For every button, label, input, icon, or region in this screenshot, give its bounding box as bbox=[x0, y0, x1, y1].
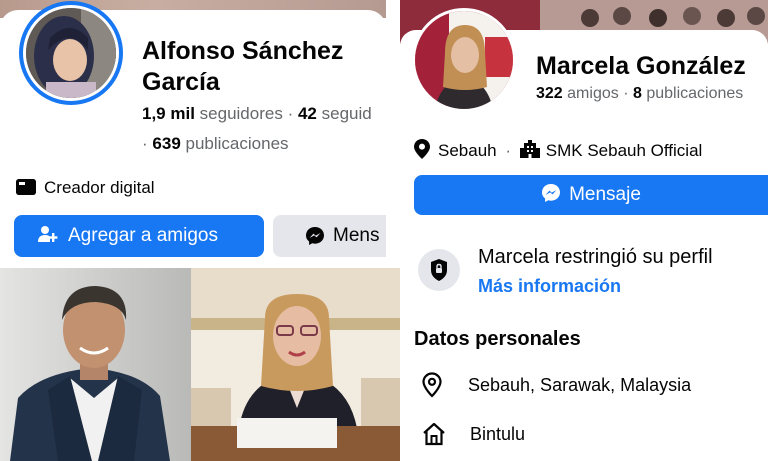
followers-count[interactable]: 1,9 mil bbox=[142, 104, 195, 123]
location-short[interactable]: Sebauh bbox=[438, 141, 497, 160]
follower-stats: 1,9 mil seguidores · 42 seguid bbox=[142, 104, 372, 124]
message-button[interactable]: Mens bbox=[273, 215, 386, 257]
photo-woman bbox=[191, 268, 401, 461]
creator-icon bbox=[16, 179, 36, 195]
lock-badge bbox=[418, 249, 460, 291]
avatar-photo bbox=[415, 11, 513, 109]
building-icon bbox=[519, 140, 540, 158]
location-pin-icon bbox=[414, 139, 430, 159]
posts-label: publicaciones bbox=[646, 85, 744, 102]
message-label: Mensaje bbox=[569, 184, 641, 205]
intro-row: Sebauh · SMK Sebauh Official bbox=[414, 139, 702, 161]
location-full[interactable]: Sebauh, Sarawak, Malaysia bbox=[468, 375, 691, 396]
photo-man bbox=[0, 268, 191, 461]
avatar[interactable] bbox=[412, 8, 516, 112]
avatar[interactable] bbox=[26, 8, 116, 98]
category-label: Creador digital bbox=[44, 178, 155, 197]
friends-count[interactable]: 322 bbox=[536, 85, 563, 102]
location-row: Sebauh, Sarawak, Malaysia bbox=[422, 372, 691, 398]
profile-name: Marcela González bbox=[536, 52, 746, 80]
following-count[interactable]: 42 bbox=[298, 104, 317, 123]
hometown[interactable]: Bintulu bbox=[470, 424, 525, 445]
friends-label[interactable]: amigos bbox=[567, 85, 619, 102]
restricted-message: Marcela restringió su perfil bbox=[478, 246, 713, 268]
post-stats: · 639 publicaciones bbox=[142, 134, 289, 154]
posts-count: 639 bbox=[152, 134, 181, 153]
more-info-link[interactable]: Más información bbox=[478, 276, 621, 297]
add-friend-icon bbox=[38, 226, 58, 242]
separator-dot: · bbox=[287, 104, 294, 123]
followers-label[interactable]: seguidores bbox=[200, 104, 283, 123]
section-heading: Datos personales bbox=[414, 328, 581, 350]
following-label[interactable]: seguid bbox=[322, 104, 372, 123]
messenger-icon bbox=[306, 227, 324, 245]
left-profile-panel: Alfonso Sánchez García 1,9 mil seguidore… bbox=[0, 0, 386, 268]
add-friend-label: Agregar a amigos bbox=[68, 225, 218, 246]
message-label: Mens bbox=[333, 225, 380, 246]
right-profile-panel: Marcela González 322 amigos · 8 publicac… bbox=[400, 0, 768, 461]
posts-count: 8 bbox=[632, 85, 642, 102]
workplace-link[interactable]: SMK Sebauh Official bbox=[546, 141, 703, 160]
woman-portrait bbox=[191, 268, 401, 461]
home-icon bbox=[423, 422, 445, 446]
profile-name: Alfonso Sánchez García bbox=[142, 37, 344, 96]
separator-dot: · bbox=[623, 85, 629, 102]
profile-category: Creador digital bbox=[16, 178, 155, 198]
message-button[interactable]: Mensaje bbox=[414, 175, 768, 215]
friend-stats: 322 amigos · 8 publicaciones bbox=[536, 85, 743, 103]
hometown-row: Bintulu bbox=[422, 422, 525, 446]
location-pin-icon bbox=[422, 372, 442, 398]
avatar-photo bbox=[26, 8, 116, 98]
lock-icon bbox=[431, 259, 447, 281]
separator-dot: · bbox=[142, 134, 148, 153]
add-friend-button[interactable]: Agregar a amigos bbox=[14, 215, 264, 257]
messenger-icon bbox=[542, 184, 561, 202]
separator-dot: · bbox=[505, 141, 512, 160]
man-portrait bbox=[0, 268, 191, 461]
posts-label: publicaciones bbox=[185, 134, 289, 153]
